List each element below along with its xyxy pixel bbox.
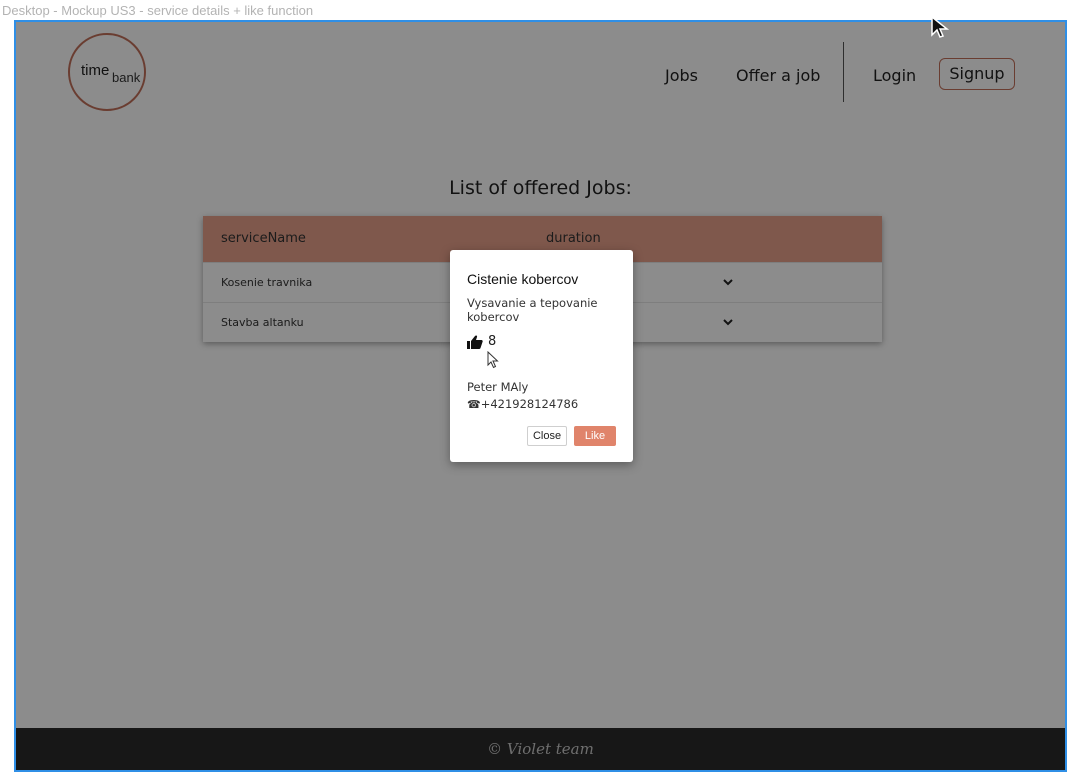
cursor-icon xyxy=(931,15,950,38)
thumbs-up-icon xyxy=(467,335,483,349)
page-frame: time bank Jobs Offer a job Login Signup … xyxy=(14,20,1067,772)
close-button[interactable]: Close xyxy=(527,426,567,446)
like-count-value: 8 xyxy=(488,334,497,349)
modal-description: Vysavanie a tepovanie kobercov xyxy=(467,296,598,324)
like-button[interactable]: Like xyxy=(574,426,616,446)
cursor-icon xyxy=(487,351,499,369)
phone-icon: ☎ xyxy=(467,398,481,411)
frame-label: Desktop - Mockup US3 - service details +… xyxy=(2,3,314,18)
provider-name: Peter MAly xyxy=(467,380,529,394)
modal-title: Cistenie kobercov xyxy=(467,271,579,287)
phone-number: +421928124786 xyxy=(480,397,579,411)
provider-phone: ☎+421928124786 xyxy=(467,397,578,411)
service-detail-modal: Cistenie kobercov Vysavanie a tepovanie … xyxy=(450,250,633,462)
